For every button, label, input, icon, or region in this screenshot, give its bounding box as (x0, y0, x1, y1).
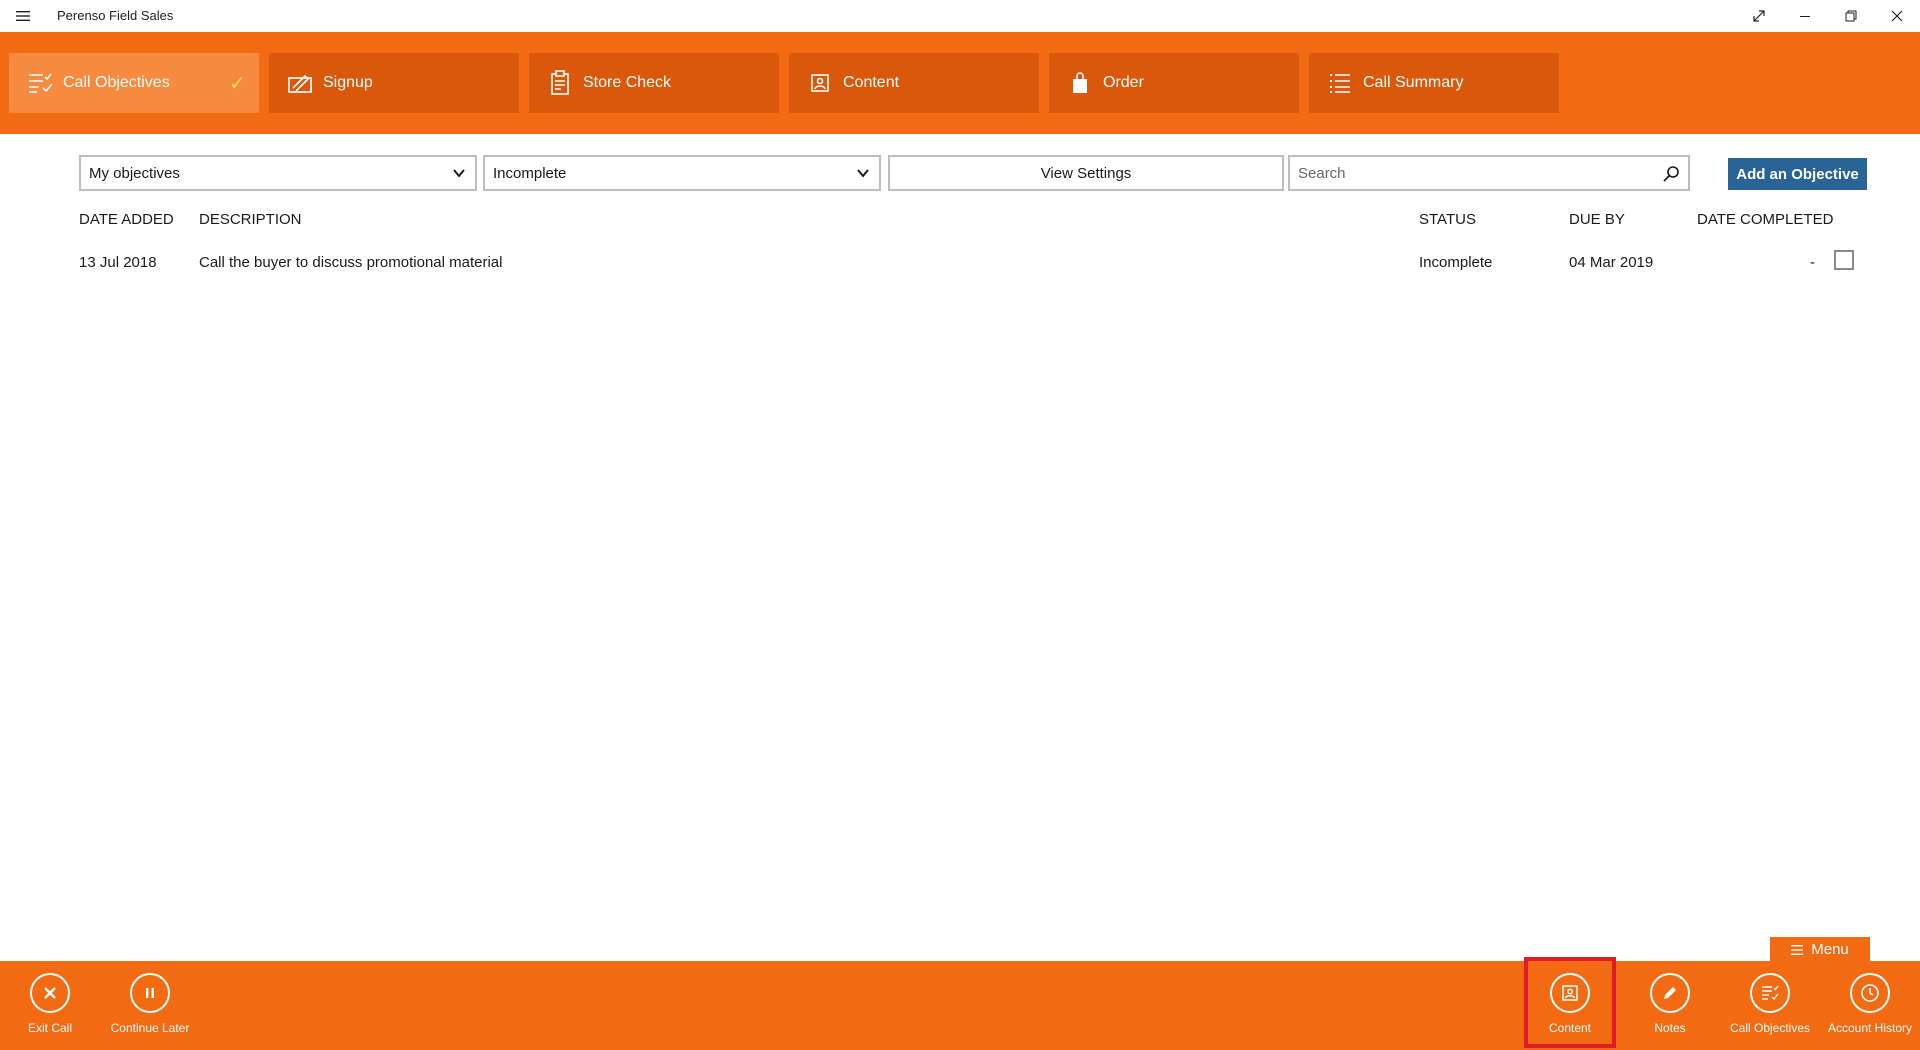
call-objectives-button[interactable]: Call Objectives (1720, 973, 1820, 1035)
column-header-date-added[interactable]: DATE ADDED (79, 211, 174, 228)
exit-call-label: Exit Call (27, 1021, 72, 1035)
tab-call-summary[interactable]: Call Summary (1309, 53, 1559, 113)
search-icon[interactable] (1662, 165, 1680, 183)
checkmark-icon: ✓ (229, 72, 246, 95)
add-objective-button[interactable]: Add an Objective (1728, 158, 1867, 190)
column-header-due-by[interactable]: DUE BY (1569, 211, 1625, 228)
hamburger-icon (1791, 944, 1804, 955)
pause-icon (130, 973, 170, 1013)
bottom-app-bar: Exit Call Continue Later Content Notes C… (0, 961, 1920, 1050)
image-icon (797, 72, 843, 94)
tab-label: Store Check (583, 74, 672, 91)
notes-label: Notes (1654, 1021, 1686, 1035)
status-filter-select[interactable]: Incomplete (483, 155, 881, 191)
tab-label: Content (843, 74, 900, 91)
search-box (1288, 155, 1690, 191)
account-history-button[interactable]: Account History (1820, 973, 1920, 1035)
title-bar: Perenso Field Sales (0, 0, 1920, 32)
continue-later-label: Continue Later (110, 1021, 190, 1035)
shopping-bag-icon (1057, 71, 1103, 95)
tab-call-objectives[interactable]: Call Objectives ✓ (9, 53, 259, 113)
cell-status: Incomplete (1419, 254, 1493, 271)
tab-label: Call Summary (1363, 74, 1464, 91)
restore-icon (1845, 10, 1857, 22)
tab-store-check[interactable]: Store Check (529, 53, 779, 113)
checklist-icon (17, 72, 63, 94)
minimize-button[interactable] (1782, 0, 1828, 32)
close-icon (30, 973, 70, 1013)
fullscreen-button[interactable] (1736, 0, 1782, 32)
cell-date-completed: - (1810, 254, 1815, 271)
exit-call-button[interactable]: Exit Call (0, 973, 100, 1035)
tab-label: Signup (323, 74, 373, 91)
cell-due-by: 04 Mar 2019 (1569, 254, 1654, 271)
owner-filter-select[interactable]: My objectives (79, 155, 477, 191)
cell-date-added: 13 Jul 2018 (79, 254, 157, 271)
status-filter-value: Incomplete (493, 164, 567, 182)
tab-label: Order (1103, 74, 1144, 91)
column-header-status[interactable]: STATUS (1419, 211, 1476, 228)
signature-icon (277, 72, 323, 94)
tab-order[interactable]: Order (1049, 53, 1299, 113)
menu-toggle-button[interactable]: Menu (1770, 937, 1870, 962)
list-icon (1317, 72, 1363, 94)
account-history-label: Account History (1827, 1021, 1913, 1035)
tab-content[interactable]: Content (789, 53, 1039, 113)
clipboard-icon (537, 70, 583, 96)
view-settings-button[interactable]: View Settings (888, 155, 1284, 191)
column-header-description[interactable]: DESCRIPTION (199, 211, 302, 228)
tab-label: Call Objectives (63, 74, 170, 91)
clock-icon (1850, 973, 1890, 1013)
continue-later-button[interactable]: Continue Later (100, 973, 200, 1035)
close-window-button[interactable] (1874, 0, 1920, 32)
column-header-date-completed[interactable]: DATE COMPLETED (1697, 211, 1833, 228)
cell-description: Call the buyer to discuss promotional ma… (199, 254, 503, 271)
checklist-icon (1750, 973, 1790, 1013)
restore-button[interactable] (1828, 0, 1874, 32)
close-icon (1891, 10, 1903, 22)
content-button-highlight (1524, 957, 1616, 1048)
hamburger-menu-icon[interactable] (12, 6, 34, 26)
chevron-down-icon (453, 169, 465, 178)
minimize-icon (1800, 16, 1810, 17)
call-objectives-label: Call Objectives (1729, 1021, 1811, 1035)
expand-icon (1753, 10, 1765, 22)
menu-label: Menu (1811, 941, 1849, 958)
chevron-down-icon (857, 169, 869, 178)
search-input[interactable] (1298, 164, 1638, 182)
workflow-tab-bar: Call Objectives ✓ Signup Store Check Con… (0, 32, 1920, 134)
owner-filter-value: My objectives (89, 164, 180, 182)
notes-button[interactable]: Notes (1620, 973, 1720, 1035)
filter-toolbar: My objectives Incomplete View Settings A… (79, 155, 1869, 191)
tab-signup[interactable]: Signup (269, 53, 519, 113)
complete-checkbox[interactable] (1834, 250, 1854, 270)
pencil-icon (1650, 973, 1690, 1013)
app-title: Perenso Field Sales (57, 8, 174, 23)
